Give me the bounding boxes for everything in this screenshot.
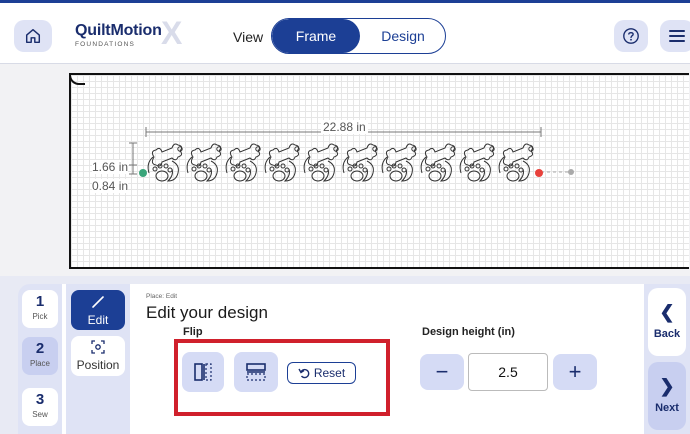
paw-bone-motif bbox=[147, 143, 183, 182]
back-label: Back bbox=[653, 328, 681, 340]
paw-bone-motif bbox=[225, 143, 261, 182]
chevron-right-icon: ❯ bbox=[659, 376, 675, 396]
quilt-frame[interactable]: 22.88 in 1.66 in 0.84 in bbox=[69, 73, 689, 269]
app-logo: X QuiltMotion FOUNDATIONS bbox=[75, 17, 182, 52]
paw-bone-motif bbox=[459, 143, 495, 182]
page-title: Edit your design bbox=[146, 303, 268, 322]
home-button[interactable] bbox=[14, 20, 52, 52]
step-label: Place bbox=[29, 359, 50, 368]
view-toggle: Frame Design bbox=[271, 18, 446, 54]
subnav-edit-label: Edit bbox=[87, 313, 109, 327]
position-target-icon bbox=[91, 340, 105, 354]
paw-bone-motif bbox=[303, 143, 339, 182]
chevron-left-icon: ❮ bbox=[659, 302, 675, 322]
hamburger-menu-icon bbox=[669, 30, 685, 42]
subnav-edit[interactable]: Edit bbox=[71, 290, 125, 330]
step-place[interactable]: 2 Place bbox=[22, 337, 58, 375]
help-button[interactable] bbox=[614, 20, 648, 52]
design-height-label: Design height (in) bbox=[422, 326, 515, 338]
next-label: Next bbox=[655, 402, 679, 414]
step-sew[interactable]: 3 Sew bbox=[22, 388, 58, 426]
home-icon bbox=[25, 28, 41, 44]
view-label: View bbox=[233, 29, 264, 45]
increase-height-button[interactable]: + bbox=[553, 354, 597, 390]
subnav-position-label: Position bbox=[76, 358, 120, 372]
quilt-design-pattern[interactable] bbox=[71, 75, 690, 271]
back-button[interactable]: ❮ Back bbox=[648, 288, 686, 356]
step-label: Sew bbox=[32, 410, 48, 419]
place-subnav: Edit Position bbox=[66, 284, 130, 434]
step-pick[interactable]: 1 Pick bbox=[22, 290, 58, 328]
design-height-input[interactable] bbox=[468, 353, 548, 391]
page-navigation: ❮ Back ❯ Next bbox=[644, 284, 690, 434]
edit-panel: 1 Pick 2 Place 3 Sew Edit Position Place… bbox=[18, 284, 690, 434]
plus-icon: + bbox=[568, 359, 582, 384]
step-number: 3 bbox=[35, 391, 45, 408]
flip-section-label: Flip bbox=[183, 326, 203, 338]
subnav-position[interactable]: Position bbox=[71, 336, 125, 376]
design-canvas-area: 22.88 in 1.66 in 0.84 in bbox=[0, 64, 690, 276]
paw-bone-motif bbox=[381, 143, 417, 182]
paw-bone-motif bbox=[498, 143, 534, 182]
tab-frame[interactable]: Frame bbox=[272, 19, 360, 53]
next-button[interactable]: ❯ Next bbox=[648, 362, 686, 430]
end-point-marker[interactable] bbox=[535, 169, 543, 177]
start-point-marker[interactable] bbox=[139, 169, 147, 177]
step-label: Pick bbox=[32, 312, 48, 321]
bottom-panel: 1 Pick 2 Place 3 Sew Edit Position Place… bbox=[0, 276, 690, 434]
workflow-steps: 1 Pick 2 Place 3 Sew bbox=[18, 284, 62, 434]
logo-wordmark: QuiltMotion bbox=[75, 22, 162, 39]
breadcrumb: Place: Edit bbox=[146, 293, 178, 300]
step-number: 2 bbox=[35, 340, 45, 357]
step-number: 1 bbox=[35, 293, 45, 310]
tab-design[interactable]: Design bbox=[360, 19, 445, 53]
menu-button[interactable] bbox=[660, 20, 690, 52]
paw-bone-motif bbox=[186, 143, 222, 182]
flip-controls-highlight bbox=[174, 339, 390, 416]
question-circle-icon bbox=[623, 28, 639, 44]
app-header: X QuiltMotion FOUNDATIONS View Frame Des… bbox=[0, 0, 690, 64]
paw-bone-motif bbox=[264, 143, 300, 182]
logo-subtitle: FOUNDATIONS bbox=[75, 41, 136, 48]
minus-icon: − bbox=[435, 359, 449, 384]
pencil-icon bbox=[92, 296, 104, 308]
paw-bone-motif bbox=[420, 143, 456, 182]
logo-x-mark: X bbox=[161, 15, 183, 51]
paw-bone-motif bbox=[342, 143, 378, 182]
decrease-height-button[interactable]: − bbox=[420, 354, 464, 390]
